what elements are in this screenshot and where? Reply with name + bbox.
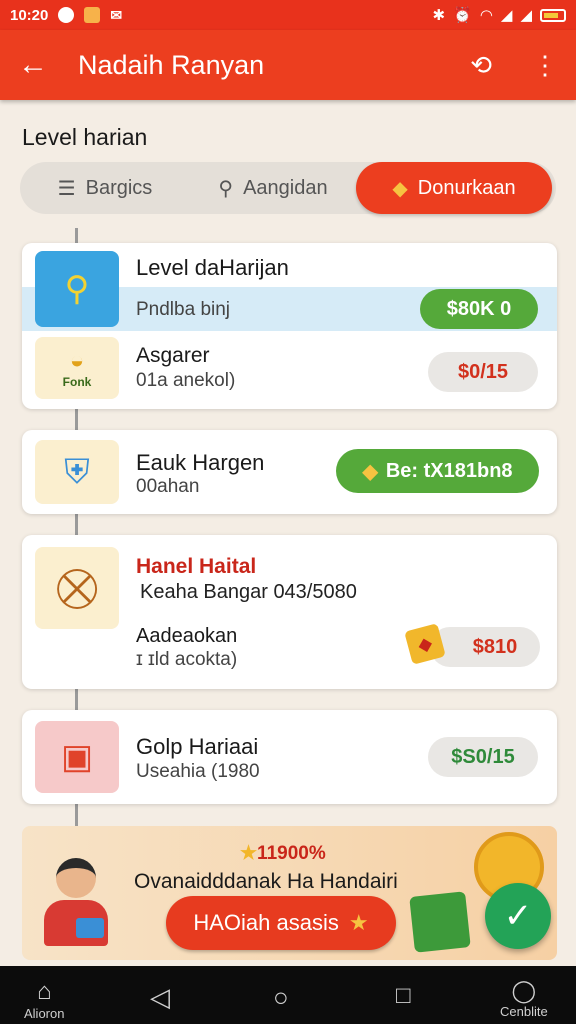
- triangle-back-icon: ◁: [150, 982, 170, 1012]
- coupon-icon: ◆: [362, 460, 378, 483]
- item-title: Asgarer: [136, 344, 210, 367]
- nav-home-circle[interactable]: ○: [273, 982, 289, 1013]
- star-icon: ★: [240, 843, 258, 864]
- tab-bar: ☰ Bargics ⚲ Aangidan ◆ Donurkaan: [20, 162, 556, 214]
- card-title: Level daHarijan: [136, 255, 289, 280]
- status-bar: 10:20 ✉ ✱ ⏰ ◠ ◢ ◢: [0, 0, 576, 30]
- tab-label: Donurkaan: [417, 176, 516, 199]
- section-title: Level harian: [22, 124, 148, 150]
- tag-icon: ◆: [392, 177, 408, 200]
- card-title: Golp Hariaai: [136, 734, 259, 759]
- basket-icon: ⛒: [35, 547, 119, 629]
- signal-icon: ◢: [500, 7, 513, 24]
- basket-icon: ◒ Fonk: [35, 337, 119, 399]
- person-illustration: [36, 854, 116, 950]
- app-bar: ← Nadaih Ranyan ⟲ ⋮: [0, 30, 576, 100]
- card-sub: Useahia (1980: [136, 761, 260, 782]
- more-vertical-icon[interactable]: ⋮: [532, 50, 558, 81]
- item-sub: 01a anekol): [136, 370, 236, 391]
- signal-icon-2: ◢: [520, 7, 532, 24]
- check-fab[interactable]: ✓: [485, 883, 551, 949]
- list-icon: ☰: [57, 177, 76, 200]
- battery-icon: [540, 8, 566, 22]
- claim-button-label: Be: tX181bn8: [385, 459, 513, 482]
- level-card-3[interactable]: ⛒ Hanel Haital Keaha Bangar 043/5080 Aad…: [22, 535, 557, 689]
- circle-home-icon: ○: [273, 982, 289, 1012]
- person-icon: ◯: [511, 978, 537, 1003]
- item-badge: Fonk: [62, 375, 92, 389]
- alarm-icon: ⏰: [453, 7, 472, 24]
- tab-label: Bargics: [85, 176, 153, 199]
- price-value: $810: [472, 635, 518, 658]
- mail-icon: ✉: [110, 6, 123, 23]
- highlight-price-button[interactable]: $80K 0: [420, 289, 538, 329]
- nav-left-label: Alioron: [24, 1006, 65, 1021]
- wifi-icon: ◠: [479, 7, 493, 24]
- shield-icon: ⛨: [35, 440, 119, 504]
- card-sub: 00ahan: [136, 476, 200, 497]
- whatsapp-icon: [58, 7, 75, 23]
- cash-icon: [409, 891, 471, 953]
- phone-gift-icon: ▣: [35, 721, 119, 793]
- item-title: Aadeaokan: [136, 625, 238, 647]
- item-price[interactable]: $810: [430, 627, 540, 667]
- home-icon: ⌂: [36, 978, 52, 1005]
- card-title: Eauk Hargen: [136, 450, 265, 475]
- nav-bar: ⌂ Alioron ◁ ○ □ ◯ Cenblite: [0, 966, 576, 1024]
- nav-home[interactable]: ⌂ Alioron: [24, 978, 64, 1021]
- banner-text: Ovanaidddanak Ha Handairi: [134, 870, 398, 893]
- nav-recents[interactable]: □: [396, 982, 411, 1010]
- nav-profile[interactable]: ◯ Cenblite: [500, 978, 548, 1019]
- nav-back[interactable]: ◁: [150, 982, 170, 1013]
- level-card-1[interactable]: ⚲ Level daHarijan Pndlba binj $80K 0 ◒ F…: [22, 243, 557, 409]
- banner-button-label: HAOiah asasis: [193, 910, 339, 935]
- level-card-2[interactable]: ⛨ Eauk Hargen 00ahan ◆ Be: tX181bn8: [22, 430, 557, 514]
- card-highlight-text: Pndlba binj: [136, 299, 231, 320]
- item-price[interactable]: $0/15: [428, 352, 538, 392]
- promo-banner[interactable]: ★11900% Ovanaidddanak Ha Handairi HAOiah…: [22, 826, 557, 960]
- tab-label: Aangidan: [243, 176, 328, 199]
- tab-donurkaan[interactable]: ◆ Donurkaan: [356, 162, 552, 214]
- map-pin-icon: ⚲: [35, 251, 119, 327]
- claim-button[interactable]: ◆ Be: tX181bn8: [336, 449, 539, 493]
- page-title: Nadaih Ranyan: [78, 49, 265, 80]
- nav-right-label: Cenblite: [500, 1004, 548, 1019]
- bluetooth-icon: ✱: [432, 7, 446, 24]
- card-title: Hanel Haital: [136, 555, 257, 578]
- person-search-icon: ⚲: [218, 177, 234, 200]
- gear-icon: [84, 7, 101, 23]
- card-sub: Keaha Bangar 043/5080: [140, 581, 357, 603]
- tab-bargics[interactable]: ☰ Bargics: [20, 162, 190, 214]
- banner-button[interactable]: HAOiah asasis ★: [166, 896, 396, 950]
- banner-badge: ★11900%: [240, 843, 326, 864]
- arrow-left-icon[interactable]: ←: [18, 48, 58, 82]
- square-recents-icon: □: [396, 982, 411, 1009]
- tab-aangidan[interactable]: ⚲ Aangidan: [190, 162, 356, 214]
- item-price[interactable]: $S0/15: [428, 737, 538, 777]
- item-sub: ɪ ɪld acokta): [136, 649, 238, 670]
- swap-user-icon[interactable]: ⟲: [470, 50, 492, 81]
- star-icon: ★: [348, 910, 369, 935]
- status-time: 10:20: [10, 6, 49, 24]
- level-card-4[interactable]: ▣ Golp Hariaai Useahia (1980 $S0/15: [22, 710, 557, 804]
